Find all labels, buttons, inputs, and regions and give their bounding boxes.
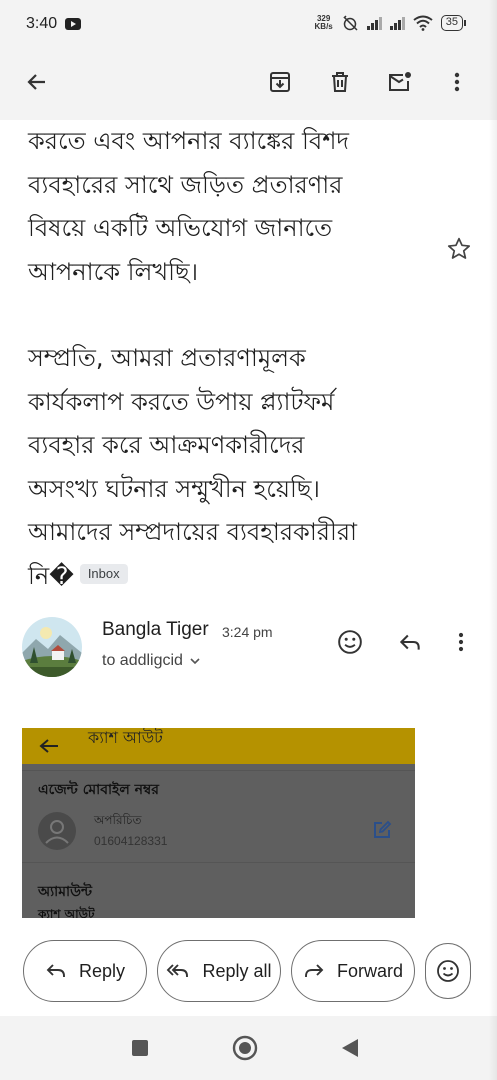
signal-2-icon (389, 16, 405, 30)
wifi-icon (413, 15, 433, 31)
status-indicators: 329 KB/s 35 (315, 14, 467, 32)
back-nav-button[interactable] (330, 1028, 370, 1068)
body-line: আপনাকে লিখছি। (28, 257, 199, 286)
edit-icon (374, 820, 392, 838)
delete-icon (332, 72, 348, 92)
reply-button[interactable]: Reply (23, 940, 147, 1002)
reply-icon (46, 964, 65, 977)
embed-cut-text: ক্যাশ আউট (38, 907, 95, 918)
forward-icon (305, 964, 324, 977)
body-line: নি� (28, 561, 74, 590)
emoji-icon (437, 960, 459, 982)
body-line: কার্যকলাপ করতে উপায় প্ল্যাটফর্ম (28, 387, 335, 416)
embed-agent-status: অপরিচিত (94, 813, 142, 827)
status-time: 3:40 (26, 15, 58, 32)
signal-1-icon (366, 16, 382, 30)
embed-agent-number: 01604128331 (94, 834, 168, 848)
sender-avatar-image (22, 617, 82, 677)
network-speed: 329 KB/s (315, 15, 333, 31)
recipient-text: to addligcid (102, 652, 183, 669)
message-more-button[interactable] (441, 622, 481, 662)
emoji-icon (338, 630, 362, 654)
more-options-button[interactable] (437, 62, 477, 102)
reply-icon-button[interactable] (390, 622, 430, 662)
mark-unread-icon (389, 72, 411, 91)
body-line: বিষয়ে একটি অভিযোগ জানাতে (28, 214, 333, 242)
archive-icon (270, 72, 290, 92)
body-line: ব্যবহারের সাথে জড়িত প্রতারণার (28, 170, 343, 199)
body-last-line: নি� Inbox (28, 555, 428, 599)
attached-screenshot[interactable]: ক্যাশ আউট এজেন্ট মোবাইল নম্বর অপরিচিত 01… (22, 728, 415, 918)
body-line: করতে এবং আপনার ব্যাঙ্কের বিশদ (28, 127, 350, 155)
app-bar (0, 48, 497, 120)
chevron-down-icon (190, 658, 200, 665)
sender-time: 3:24 pm (222, 624, 273, 640)
body-line: সম্প্রতি, আমরা প্রতারণামূলক (28, 344, 306, 372)
more-vert-icon (458, 632, 464, 652)
react-button[interactable] (425, 943, 471, 999)
star-icon (447, 237, 471, 259)
back-arrow-icon (27, 74, 45, 90)
battery-indicator: 35 (440, 15, 467, 31)
edge-shadow (489, 0, 497, 1080)
circle-home-icon (232, 1035, 258, 1061)
delete-button[interactable] (320, 62, 360, 102)
star-button[interactable] (446, 236, 472, 262)
home-button[interactable] (225, 1028, 265, 1068)
embed-back-arrow-icon (39, 739, 58, 753)
forward-button[interactable]: Forward (291, 940, 415, 1002)
embed-agent-label: এজেন্ট মোবাইল নম্বর (38, 782, 159, 798)
forward-label: Forward (336, 960, 403, 981)
embed-header: ক্যাশ আউট (22, 728, 415, 764)
body-line: ব্যবহার করে আক্রমণকারীদের (28, 431, 305, 459)
inbox-label-chip[interactable]: Inbox (79, 563, 128, 584)
network-speed-unit: KB/s (314, 22, 333, 31)
mark-unread-button[interactable] (380, 62, 420, 102)
add-reaction-button[interactable] (330, 622, 370, 662)
square-recents-icon (132, 1040, 148, 1056)
recents-button[interactable] (120, 1028, 160, 1068)
embed-amount-label: অ্যামাউন্ট (38, 884, 92, 900)
system-nav-bar (0, 1016, 497, 1080)
alarm-off-icon (343, 15, 358, 31)
message-body: করতে এবং আপনার ব্যাঙ্কের বিশদ ব্যবহারের … (28, 120, 428, 598)
sender-name[interactable]: Bangla Tiger (102, 619, 209, 641)
person-icon (45, 820, 69, 844)
reply-all-label: Reply all (202, 960, 272, 981)
body-line: অসংখ্য ঘটনার সম্মুখীন হয়েছি। (28, 474, 320, 503)
reply-all-icon (167, 964, 189, 977)
embed-avatar (38, 812, 76, 850)
reply-all-button[interactable]: Reply all (157, 940, 281, 1002)
reply-icon (399, 634, 420, 650)
body-line: আমাদের সম্প্রদায়ের ব্যবহারকারীরা (28, 518, 358, 546)
reply-label: Reply (78, 960, 126, 981)
triangle-back-icon (342, 1039, 358, 1057)
youtube-notification-icon (65, 18, 82, 30)
recipient-toggle[interactable]: to addligcid (102, 652, 201, 670)
archive-button[interactable] (260, 62, 300, 102)
avatar[interactable] (22, 617, 82, 677)
more-vert-icon (454, 72, 460, 92)
status-bar: 3:40 329 KB/s 35 (0, 0, 497, 48)
embed-title: ক্যাশ আউট (88, 728, 163, 747)
back-button[interactable] (17, 62, 57, 102)
